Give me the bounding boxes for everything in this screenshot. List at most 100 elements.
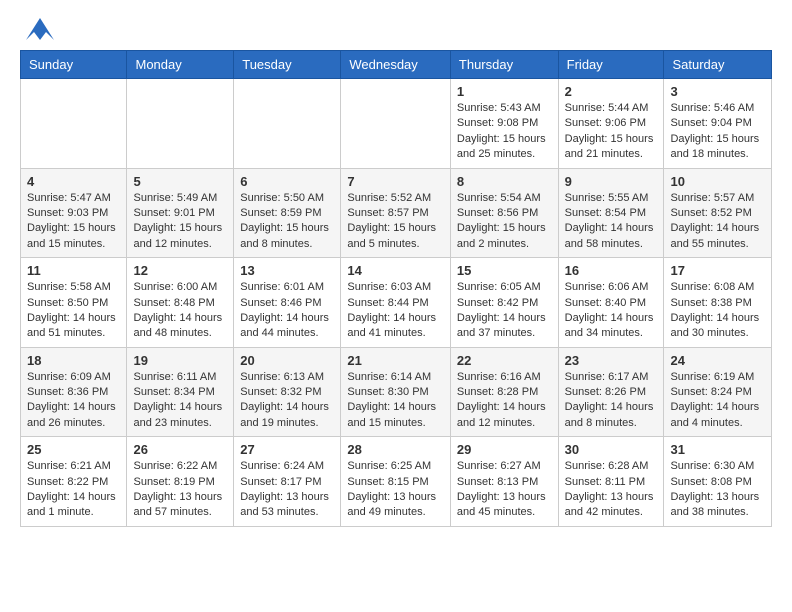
- day-number: 5: [133, 174, 227, 189]
- day-info: Sunrise: 5:54 AMSunset: 8:56 PMDaylight:…: [457, 192, 546, 250]
- day-number: 28: [347, 442, 444, 457]
- calendar-cell: 19Sunrise: 6:11 AMSunset: 8:34 PMDayligh…: [127, 347, 234, 437]
- day-number: 12: [133, 263, 227, 278]
- day-number: 24: [670, 353, 765, 368]
- day-number: 1: [457, 84, 552, 99]
- calendar-cell: 30 Sunrise: 6:28 AMSunset: 8:11 PMDayligh…: [558, 437, 664, 527]
- day-number: 13: [240, 263, 334, 278]
- calendar-cell: [234, 79, 341, 169]
- day-number: 23: [565, 353, 658, 368]
- page-header: [0, 0, 792, 50]
- calendar-cell: 26 Sunrise: 6:22 AMSunset: 8:19 PMDayligh…: [127, 437, 234, 527]
- day-info: Sunrise: 5:58 AMSunset: 8:50 PMDaylight:…: [27, 281, 116, 339]
- calendar-cell: 17 Sunrise: 6:08 AMSunset: 8:38 PMDayligh…: [664, 258, 772, 348]
- day-info: Sunrise: 5:44 AMSunset: 9:06 PMDaylight:…: [565, 102, 654, 160]
- calendar-cell: 15 Sunrise: 6:05 AMSunset: 8:42 PMDayligh…: [450, 258, 558, 348]
- day-number: 16: [565, 263, 658, 278]
- calendar-cell: 16Sunrise: 6:06 AMSunset: 8:40 PMDayligh…: [558, 258, 664, 348]
- day-info: Sunrise: 6:24 AMSunset: 8:17 PMDaylight:…: [240, 460, 329, 518]
- col-friday: Friday: [558, 51, 664, 79]
- col-tuesday: Tuesday: [234, 51, 341, 79]
- col-wednesday: Wednesday: [341, 51, 451, 79]
- day-info: Sunrise: 6:25 AMSunset: 8:15 PMDaylight:…: [347, 460, 436, 518]
- calendar-cell: 5 Sunrise: 5:49 AMSunset: 9:01 PMDaylight…: [127, 168, 234, 258]
- calendar-cell: 7Sunrise: 5:52 AMSunset: 8:57 PMDaylight…: [341, 168, 451, 258]
- calendar-cell: 25Sunrise: 6:21 AMSunset: 8:22 PMDayligh…: [21, 437, 127, 527]
- day-info: Sunrise: 6:00 AMSunset: 8:48 PMDaylight:…: [133, 281, 222, 339]
- day-number: 8: [457, 174, 552, 189]
- calendar-cell: 20 Sunrise: 6:13 AMSunset: 8:32 PMDayligh…: [234, 347, 341, 437]
- calendar-cell: [341, 79, 451, 169]
- day-number: 21: [347, 353, 444, 368]
- col-saturday: Saturday: [664, 51, 772, 79]
- calendar-cell: 1 Sunrise: 5:43 AMSunset: 9:08 PMDaylight…: [450, 79, 558, 169]
- day-info: Sunrise: 5:57 AMSunset: 8:52 PMDaylight:…: [670, 192, 759, 250]
- calendar-cell: 13 Sunrise: 6:01 AMSunset: 8:46 PMDayligh…: [234, 258, 341, 348]
- day-info: Sunrise: 5:55 AMSunset: 8:54 PMDaylight:…: [565, 192, 654, 250]
- calendar-table: Sunday Monday Tuesday Wednesday Thursday…: [20, 50, 772, 527]
- day-number: 14: [347, 263, 444, 278]
- day-number: 2: [565, 84, 658, 99]
- day-info: Sunrise: 6:13 AMSunset: 8:32 PMDaylight:…: [240, 371, 329, 429]
- calendar-week-row: 18Sunrise: 6:09 AMSunset: 8:36 PMDayligh…: [21, 347, 772, 437]
- day-info: Sunrise: 6:05 AMSunset: 8:42 PMDaylight:…: [457, 281, 546, 339]
- calendar-week-row: 11 Sunrise: 5:58 AMSunset: 8:50 PMDayligh…: [21, 258, 772, 348]
- calendar-cell: 14 Sunrise: 6:03 AMSunset: 8:44 PMDayligh…: [341, 258, 451, 348]
- day-info: Sunrise: 6:08 AMSunset: 8:38 PMDaylight:…: [670, 281, 759, 339]
- calendar-cell: 18Sunrise: 6:09 AMSunset: 8:36 PMDayligh…: [21, 347, 127, 437]
- calendar-cell: 23 Sunrise: 6:17 AMSunset: 8:26 PMDayligh…: [558, 347, 664, 437]
- logo: [24, 18, 54, 40]
- day-info: Sunrise: 6:19 AMSunset: 8:24 PMDaylight:…: [670, 371, 759, 429]
- day-info: Sunrise: 6:27 AMSunset: 8:13 PMDaylight:…: [457, 460, 546, 518]
- day-number: 7: [347, 174, 444, 189]
- day-number: 29: [457, 442, 552, 457]
- day-info: Sunrise: 5:49 AMSunset: 9:01 PMDaylight:…: [133, 192, 222, 250]
- day-info: Sunrise: 6:22 AMSunset: 8:19 PMDaylight:…: [133, 460, 222, 518]
- day-info: Sunrise: 6:17 AMSunset: 8:26 PMDaylight:…: [565, 371, 654, 429]
- col-thursday: Thursday: [450, 51, 558, 79]
- col-sunday: Sunday: [21, 51, 127, 79]
- col-monday: Monday: [127, 51, 234, 79]
- calendar-header-row: Sunday Monday Tuesday Wednesday Thursday…: [21, 51, 772, 79]
- logo-icon: [26, 18, 54, 40]
- calendar-cell: 2 Sunrise: 5:44 AMSunset: 9:06 PMDaylight…: [558, 79, 664, 169]
- day-number: 30: [565, 442, 658, 457]
- day-info: Sunrise: 6:09 AMSunset: 8:36 PMDaylight:…: [27, 371, 116, 429]
- day-number: 10: [670, 174, 765, 189]
- calendar-week-row: 1 Sunrise: 5:43 AMSunset: 9:08 PMDaylight…: [21, 79, 772, 169]
- day-number: 19: [133, 353, 227, 368]
- calendar-cell: 29 Sunrise: 6:27 AMSunset: 8:13 PMDayligh…: [450, 437, 558, 527]
- day-number: 26: [133, 442, 227, 457]
- day-number: 20: [240, 353, 334, 368]
- day-info: Sunrise: 6:01 AMSunset: 8:46 PMDaylight:…: [240, 281, 329, 339]
- calendar-cell: 9 Sunrise: 5:55 AMSunset: 8:54 PMDaylight…: [558, 168, 664, 258]
- day-number: 3: [670, 84, 765, 99]
- day-info: Sunrise: 6:21 AMSunset: 8:22 PMDaylight:…: [27, 460, 116, 518]
- day-info: Sunrise: 5:43 AMSunset: 9:08 PMDaylight:…: [457, 102, 546, 160]
- day-number: 9: [565, 174, 658, 189]
- day-number: 6: [240, 174, 334, 189]
- calendar-cell: 24 Sunrise: 6:19 AMSunset: 8:24 PMDayligh…: [664, 347, 772, 437]
- day-info: Sunrise: 6:14 AMSunset: 8:30 PMDaylight:…: [347, 371, 436, 429]
- day-info: Sunrise: 6:16 AMSunset: 8:28 PMDaylight:…: [457, 371, 546, 429]
- day-info: Sunrise: 5:46 AMSunset: 9:04 PMDaylight:…: [670, 102, 759, 160]
- calendar-cell: 12 Sunrise: 6:00 AMSunset: 8:48 PMDayligh…: [127, 258, 234, 348]
- calendar-cell: 27Sunrise: 6:24 AMSunset: 8:17 PMDayligh…: [234, 437, 341, 527]
- calendar-cell: 10 Sunrise: 5:57 AMSunset: 8:52 PMDayligh…: [664, 168, 772, 258]
- day-info: Sunrise: 6:30 AMSunset: 8:08 PMDaylight:…: [670, 460, 759, 518]
- day-number: 15: [457, 263, 552, 278]
- calendar-cell: 3 Sunrise: 5:46 AMSunset: 9:04 PMDaylight…: [664, 79, 772, 169]
- day-info: Sunrise: 5:47 AMSunset: 9:03 PMDaylight:…: [27, 192, 116, 250]
- calendar-week-row: 25Sunrise: 6:21 AMSunset: 8:22 PMDayligh…: [21, 437, 772, 527]
- day-info: Sunrise: 6:03 AMSunset: 8:44 PMDaylight:…: [347, 281, 436, 339]
- calendar-cell: 28 Sunrise: 6:25 AMSunset: 8:15 PMDayligh…: [341, 437, 451, 527]
- day-number: 11: [27, 263, 120, 278]
- calendar-week-row: 4 Sunrise: 5:47 AMSunset: 9:03 PMDaylight…: [21, 168, 772, 258]
- calendar-cell: 11 Sunrise: 5:58 AMSunset: 8:50 PMDayligh…: [21, 258, 127, 348]
- day-info: Sunrise: 6:28 AMSunset: 8:11 PMDaylight:…: [565, 460, 654, 518]
- day-number: 4: [27, 174, 120, 189]
- calendar-cell: 21 Sunrise: 6:14 AMSunset: 8:30 PMDayligh…: [341, 347, 451, 437]
- day-number: 22: [457, 353, 552, 368]
- day-number: 17: [670, 263, 765, 278]
- calendar-cell: 31Sunrise: 6:30 AMSunset: 8:08 PMDayligh…: [664, 437, 772, 527]
